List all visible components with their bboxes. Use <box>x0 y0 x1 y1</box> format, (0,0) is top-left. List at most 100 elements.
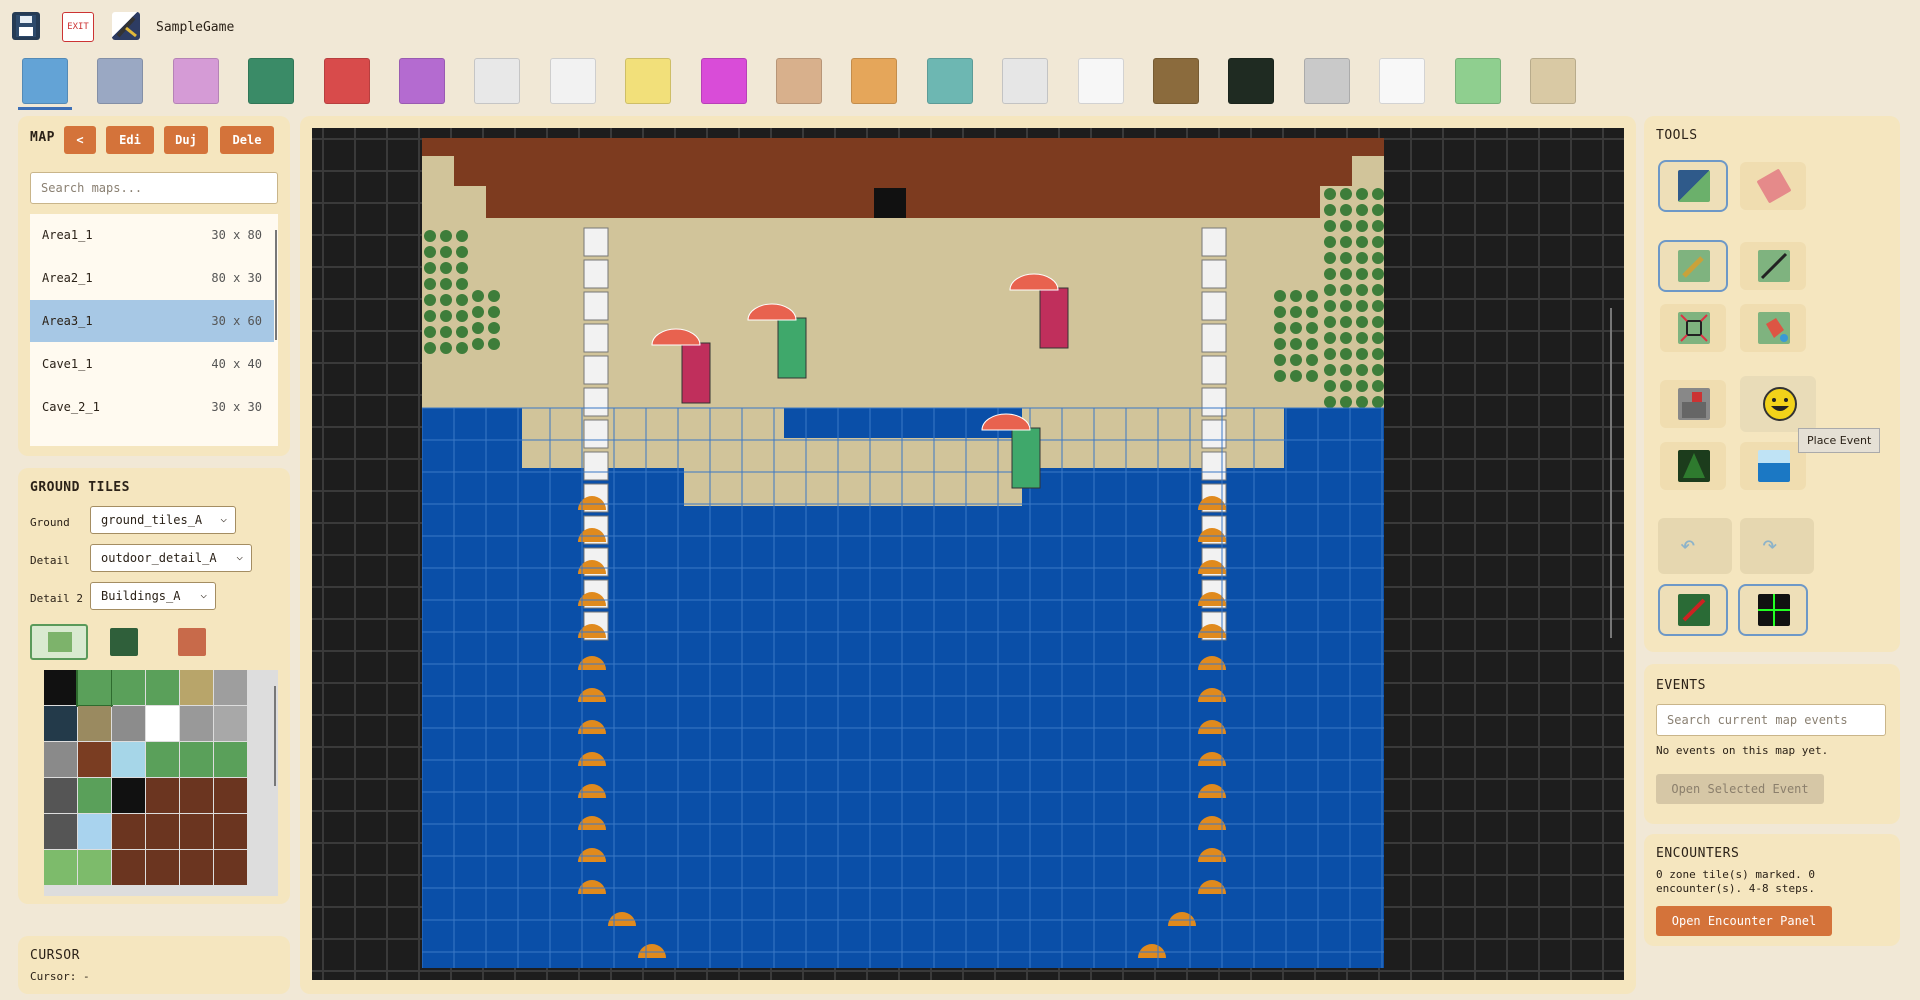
characters-icon[interactable] <box>776 58 822 104</box>
palette-tile[interactable] <box>214 706 247 741</box>
map-search-input[interactable]: Search maps... <box>30 172 278 204</box>
sand-area <box>1022 408 1284 468</box>
shop-icon[interactable] <box>926 58 973 104</box>
ground-select[interactable]: ground_tiles_A ⌵ <box>90 506 236 534</box>
play-icon[interactable] <box>248 58 295 104</box>
event-search-input[interactable]: Search current map events <box>1656 704 1886 736</box>
undo-button[interactable]: ↶ <box>1658 518 1732 574</box>
line-tool-button[interactable] <box>1740 242 1806 290</box>
palette-tile[interactable] <box>44 850 77 885</box>
palette-tile[interactable] <box>180 850 213 885</box>
palette-tile[interactable] <box>214 742 247 777</box>
palette-tile[interactable] <box>78 814 111 849</box>
monster-icon[interactable] <box>700 58 747 104</box>
palette-tile[interactable] <box>214 670 247 705</box>
delete-map-button[interactable]: Dele <box>220 126 274 154</box>
stamp-tool-button[interactable] <box>1660 380 1726 428</box>
id-card-icon[interactable] <box>549 58 596 104</box>
layer-ground-tab[interactable] <box>30 624 88 660</box>
map-list-item[interactable]: Area2_1 80 x 30 <box>30 257 274 299</box>
palette-tile[interactable] <box>78 850 111 885</box>
bush <box>1372 396 1384 408</box>
palette-tile[interactable] <box>76 670 113 707</box>
map-list-item[interactable]: Area3_1 30 x 60 <box>30 300 274 342</box>
map-list-item[interactable]: Cave1_1 40 x 40 <box>30 343 274 385</box>
palette-tile[interactable] <box>44 670 77 705</box>
tileset-icon[interactable] <box>97 58 144 104</box>
layer-detail-tab[interactable] <box>110 628 138 656</box>
palette-tile[interactable] <box>180 742 213 777</box>
palette-tile[interactable] <box>214 814 247 849</box>
text-icon[interactable] <box>1379 58 1426 104</box>
palette-tile[interactable] <box>146 850 179 885</box>
canvas-scrollbar[interactable] <box>1610 308 1612 638</box>
grid-toggle-button[interactable] <box>1740 586 1806 634</box>
palette-tile[interactable] <box>44 778 77 813</box>
script-icon[interactable] <box>1002 58 1049 104</box>
palette-tile[interactable] <box>180 814 213 849</box>
potion-icon[interactable] <box>625 58 672 104</box>
open-encounter-button[interactable]: Open Encounter Panel <box>1656 906 1832 936</box>
egg-icon[interactable] <box>172 58 219 104</box>
palette-tile[interactable] <box>180 706 213 741</box>
palette-tile[interactable] <box>214 778 247 813</box>
tools-icon[interactable] <box>851 58 898 104</box>
palette-tile[interactable] <box>112 670 145 705</box>
palette-tile[interactable] <box>44 706 77 741</box>
layer-npc-tab[interactable] <box>178 628 206 656</box>
back-map-button[interactable]: < <box>64 126 96 154</box>
running-icon[interactable] <box>474 58 521 104</box>
redo-button[interactable]: ↷ <box>1740 518 1814 574</box>
detail2-select[interactable]: Buildings_A ⌵ <box>90 582 216 610</box>
map-canvas[interactable] <box>312 128 1624 980</box>
rectangle-tool-button[interactable] <box>1660 304 1726 352</box>
place-event-button[interactable] <box>1740 376 1816 432</box>
fire-icon[interactable] <box>399 58 445 104</box>
palette-tile[interactable] <box>146 706 179 741</box>
edit-map-button[interactable]: Edi <box>106 126 154 154</box>
palette-tile[interactable] <box>146 742 179 777</box>
palette-tile[interactable] <box>112 814 145 849</box>
palette-tile[interactable] <box>146 670 179 705</box>
map-list-item[interactable]: Cave_2_1 30 x 30 <box>30 386 274 428</box>
window-icon[interactable] <box>1303 58 1350 104</box>
palette-tile[interactable] <box>146 778 179 813</box>
palette-tile[interactable] <box>44 814 77 849</box>
fill-tool-button[interactable] <box>1740 304 1806 352</box>
map-list-item[interactable]: Area1_1 30 x 80 <box>30 214 274 256</box>
palette-tile[interactable] <box>180 778 213 813</box>
map-editor-icon[interactable] <box>18 58 72 110</box>
pencil-tool-button[interactable] <box>1660 242 1726 290</box>
palette-tile[interactable] <box>112 850 145 885</box>
map-list-scrollbar[interactable] <box>275 230 277 340</box>
palette-tile[interactable] <box>44 742 77 777</box>
palette-tile[interactable] <box>146 814 179 849</box>
palette-tile[interactable] <box>112 706 145 741</box>
eraser-tool-button[interactable] <box>1740 162 1806 210</box>
detail-select[interactable]: outdoor_detail_A ⌵ <box>90 544 252 572</box>
dragon-icon[interactable] <box>1454 58 1501 104</box>
palette-tile[interactable] <box>112 778 145 813</box>
palette-tile[interactable] <box>214 850 247 885</box>
open-event-button[interactable]: Open Selected Event <box>1656 774 1824 804</box>
draw-tool-button[interactable] <box>1660 586 1726 634</box>
palette-tile[interactable] <box>180 670 213 705</box>
tile-palette[interactable] <box>44 670 278 896</box>
forest-tool-button[interactable] <box>1660 442 1726 490</box>
mona-lisa-icon[interactable] <box>1153 58 1199 104</box>
save-icon[interactable] <box>12 12 40 40</box>
terrain-tool-button[interactable] <box>1660 162 1726 210</box>
water-tool-button[interactable] <box>1740 442 1806 490</box>
palette-tile[interactable] <box>78 778 111 813</box>
palette-icon[interactable] <box>1530 58 1576 104</box>
palette-tile[interactable] <box>112 742 145 777</box>
palette-tile[interactable] <box>78 706 111 741</box>
music-icon[interactable] <box>1077 58 1124 104</box>
map-view[interactable] <box>422 138 1384 968</box>
palette-tile[interactable] <box>78 742 111 777</box>
vs-icon[interactable] <box>323 58 370 104</box>
palette-scrollbar[interactable] <box>274 686 276 786</box>
exit-button[interactable]: EXIT <box>62 12 94 42</box>
duplicate-map-button[interactable]: Duj <box>164 126 208 154</box>
variables-icon[interactable] <box>1228 58 1275 104</box>
